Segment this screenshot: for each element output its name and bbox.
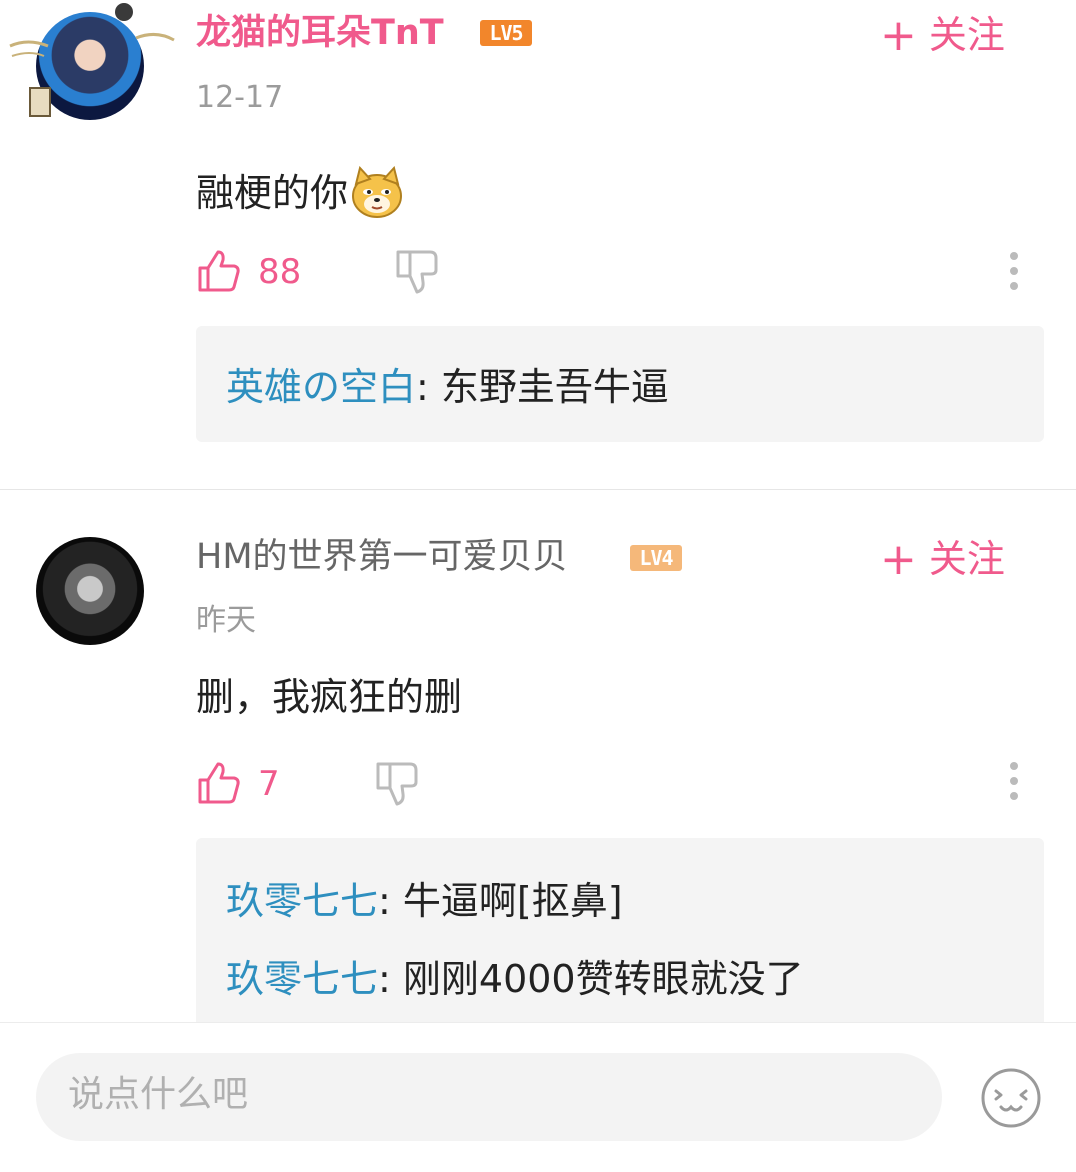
- username[interactable]: 龙猫的耳朵TnT: [196, 16, 444, 51]
- emoji-face-icon[interactable]: [980, 1067, 1042, 1129]
- comment-input-bar: 说点什么吧: [0, 1022, 1076, 1172]
- comment-input[interactable]: 说点什么吧: [36, 1053, 942, 1141]
- like-count: 7: [258, 764, 280, 804]
- like-count: 88: [258, 252, 302, 292]
- follow-label: 关注: [928, 13, 1005, 57]
- reply-username[interactable]: 英雄の空白: [226, 365, 416, 409]
- follow-label: 关注: [928, 537, 1005, 581]
- avatar[interactable]: [36, 537, 144, 645]
- divider: [0, 489, 1076, 490]
- follow-button[interactable]: + 关注: [880, 538, 1005, 582]
- reply-username[interactable]: 玖零七七: [226, 879, 378, 923]
- avatar[interactable]: [36, 12, 144, 120]
- reply-item[interactable]: 玖零七七: 牛逼啊[抠鼻]: [226, 882, 623, 920]
- reply-username[interactable]: 玖零七七: [226, 957, 378, 1001]
- thumbs-down-icon[interactable]: [374, 760, 420, 806]
- comment-date: 昨天: [196, 603, 256, 638]
- level-badge: LV5: [480, 20, 532, 46]
- more-vertical-icon[interactable]: [1006, 250, 1022, 296]
- reply-item[interactable]: 英雄の空白: 东野圭吾牛逼: [226, 368, 669, 406]
- plus-icon: +: [880, 10, 917, 61]
- reply-text: : 刚刚4000赞转眼就没了: [378, 957, 804, 1001]
- thumbs-down-icon[interactable]: [394, 248, 440, 294]
- reply-text: : 东野圭吾牛逼: [416, 365, 669, 409]
- doge-emoji-icon: [352, 166, 403, 218]
- username[interactable]: HM的世界第一可爱贝贝: [196, 540, 568, 575]
- follow-button[interactable]: + 关注: [880, 14, 1005, 58]
- reply-text: : 牛逼啊[抠鼻]: [378, 879, 623, 923]
- comment-text: 融梗的你: [196, 166, 404, 220]
- plus-icon: +: [880, 534, 917, 585]
- comment-text: 删，我疯狂的删: [196, 675, 463, 719]
- comment-date: 12-17: [196, 80, 284, 115]
- comment-text-content: 融梗的你: [196, 171, 349, 215]
- level-badge: LV4: [630, 545, 682, 571]
- input-placeholder: 说点什么吧: [68, 1074, 249, 1115]
- reply-box[interactable]: 玖零七七: 牛逼啊[抠鼻] 玖零七七: 刚刚4000赞转眼就没了: [196, 838, 1044, 1038]
- more-vertical-icon[interactable]: [1006, 760, 1022, 806]
- reply-item[interactable]: 玖零七七: 刚刚4000赞转眼就没了: [226, 960, 804, 998]
- thumbs-up-icon[interactable]: [196, 760, 242, 806]
- thumbs-up-icon[interactable]: [196, 248, 242, 294]
- reply-box[interactable]: 英雄の空白: 东野圭吾牛逼: [196, 326, 1044, 442]
